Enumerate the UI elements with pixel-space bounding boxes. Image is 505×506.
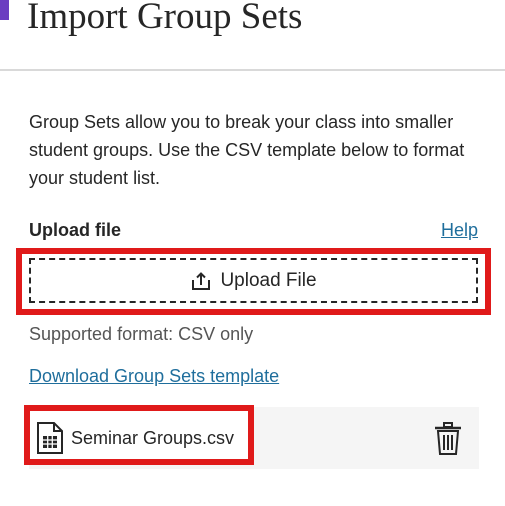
description-text: Group Sets allow you to break your class… <box>29 112 465 188</box>
accent-bar <box>0 0 9 20</box>
upload-file-button[interactable]: Upload File <box>29 258 478 303</box>
upload-file-button-label: Upload File <box>220 269 317 291</box>
file-name: Seminar Groups.csv <box>71 428 235 448</box>
page-title: Import Group Sets <box>27 0 303 37</box>
supported-format-text: Supported format: CSV only <box>29 324 254 344</box>
help-link[interactable]: Help <box>441 218 478 242</box>
upload-file-label: Upload file <box>29 220 122 240</box>
upload-icon <box>190 270 212 292</box>
csv-file-icon <box>36 422 64 459</box>
trash-icon[interactable] <box>433 422 463 456</box>
download-template-link[interactable]: Download Group Sets template <box>29 364 279 388</box>
header-divider <box>0 69 505 71</box>
